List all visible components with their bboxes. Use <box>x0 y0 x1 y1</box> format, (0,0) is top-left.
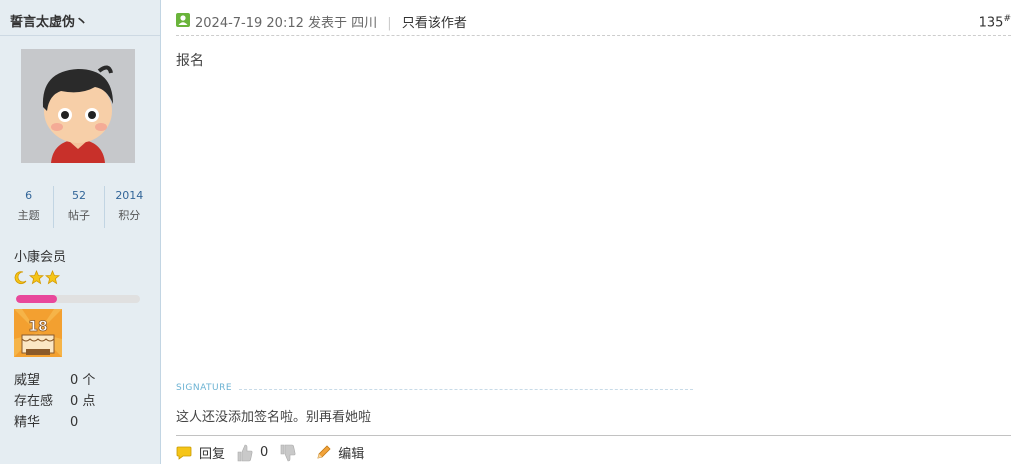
post-location: 发表于 四川 <box>308 16 378 31</box>
stat-threads[interactable]: 6 主题 <box>4 186 55 228</box>
level-progress-bar <box>16 295 140 303</box>
floor-mark: # <box>1003 14 1011 24</box>
thumbs-up-icon <box>237 444 253 461</box>
post-actions: 回复 0 编辑 <box>176 443 376 462</box>
stat-label: 主题 <box>17 209 40 222</box>
post-header: 2024-7-19 20:12 发表于 四川 | 只看该作者 135# <box>176 0 1011 36</box>
user-group[interactable]: 小康会员 <box>14 246 66 265</box>
prop-value: 0 个 <box>70 373 96 388</box>
svg-text:18: 18 <box>28 319 47 335</box>
post-meta: 2024-7-19 20:12 发表于 四川 | 只看该作者 <box>195 12 467 31</box>
level-stars <box>13 270 60 285</box>
prop-label: 存在感 <box>14 394 54 409</box>
post-content: 报名 <box>176 53 204 69</box>
meta-separator: | <box>387 16 392 31</box>
edit-button[interactable]: 编辑 <box>315 443 364 462</box>
stat-posts[interactable]: 52 帖子 <box>54 186 105 228</box>
like-count: 0 <box>260 445 269 460</box>
stat-credits[interactable]: 2014 积分 <box>105 186 154 228</box>
reply-icon <box>176 446 192 460</box>
prop-row-presence: 存在感 0 点 <box>14 391 95 412</box>
moon-icon <box>14 271 27 285</box>
like-button[interactable]: 0 <box>237 444 268 462</box>
reply-label[interactable]: 回复 <box>199 443 225 462</box>
only-author-link[interactable]: 只看该作者 <box>402 16 467 31</box>
prop-value: 0 <box>70 415 79 430</box>
username-link[interactable]: 誓言太虚伪丶 <box>10 11 88 30</box>
prop-label: 精华 <box>14 415 41 430</box>
prop-row-prestige: 威望 0 个 <box>14 370 95 391</box>
progress-fill <box>16 295 57 303</box>
star-icon <box>45 270 60 285</box>
signature-divider <box>239 389 693 390</box>
post-main: 2024-7-19 20:12 发表于 四川 | 只看该作者 135# 报名 S… <box>161 0 1021 464</box>
prop-label: 威望 <box>14 373 41 388</box>
stat-label: 帖子 <box>67 209 90 222</box>
avatar[interactable] <box>21 49 135 163</box>
floor-value[interactable]: 135 <box>979 15 1004 30</box>
user-props: 威望 0 个 存在感 0 点 精华 0 <box>14 370 95 433</box>
online-status-icon <box>176 13 190 27</box>
signature-label: SIGNATURE <box>176 383 233 393</box>
stat-value[interactable]: 2014 <box>105 186 154 206</box>
pencil-icon <box>317 444 331 459</box>
user-sidebar: 誓言太虚伪丶 6 主题 52 帖子 2014 积分 小康会员 18 威望 0 个… <box>0 0 161 464</box>
thumbs-down-icon <box>280 444 296 461</box>
post-date: 2024-7-19 20:12 <box>195 16 304 31</box>
star-icon <box>29 270 44 285</box>
edit-label[interactable]: 编辑 <box>338 443 364 462</box>
floor-number[interactable]: 135# <box>979 14 1011 30</box>
reply-button[interactable]: 回复 <box>176 443 225 462</box>
birthday-medal-icon[interactable]: 18 <box>14 309 62 357</box>
stat-value[interactable]: 6 <box>4 186 53 206</box>
footer-divider <box>176 435 1011 436</box>
signature-text: 这人还没添加签名啦。别再看她啦 <box>176 410 372 425</box>
stat-label: 积分 <box>118 209 141 222</box>
prop-value: 0 点 <box>70 394 96 409</box>
dislike-button[interactable] <box>280 444 303 462</box>
stat-value[interactable]: 52 <box>54 186 103 206</box>
divider <box>0 35 160 36</box>
user-stats: 6 主题 52 帖子 2014 积分 <box>4 186 154 228</box>
prop-row-digest: 精华 0 <box>14 412 95 433</box>
